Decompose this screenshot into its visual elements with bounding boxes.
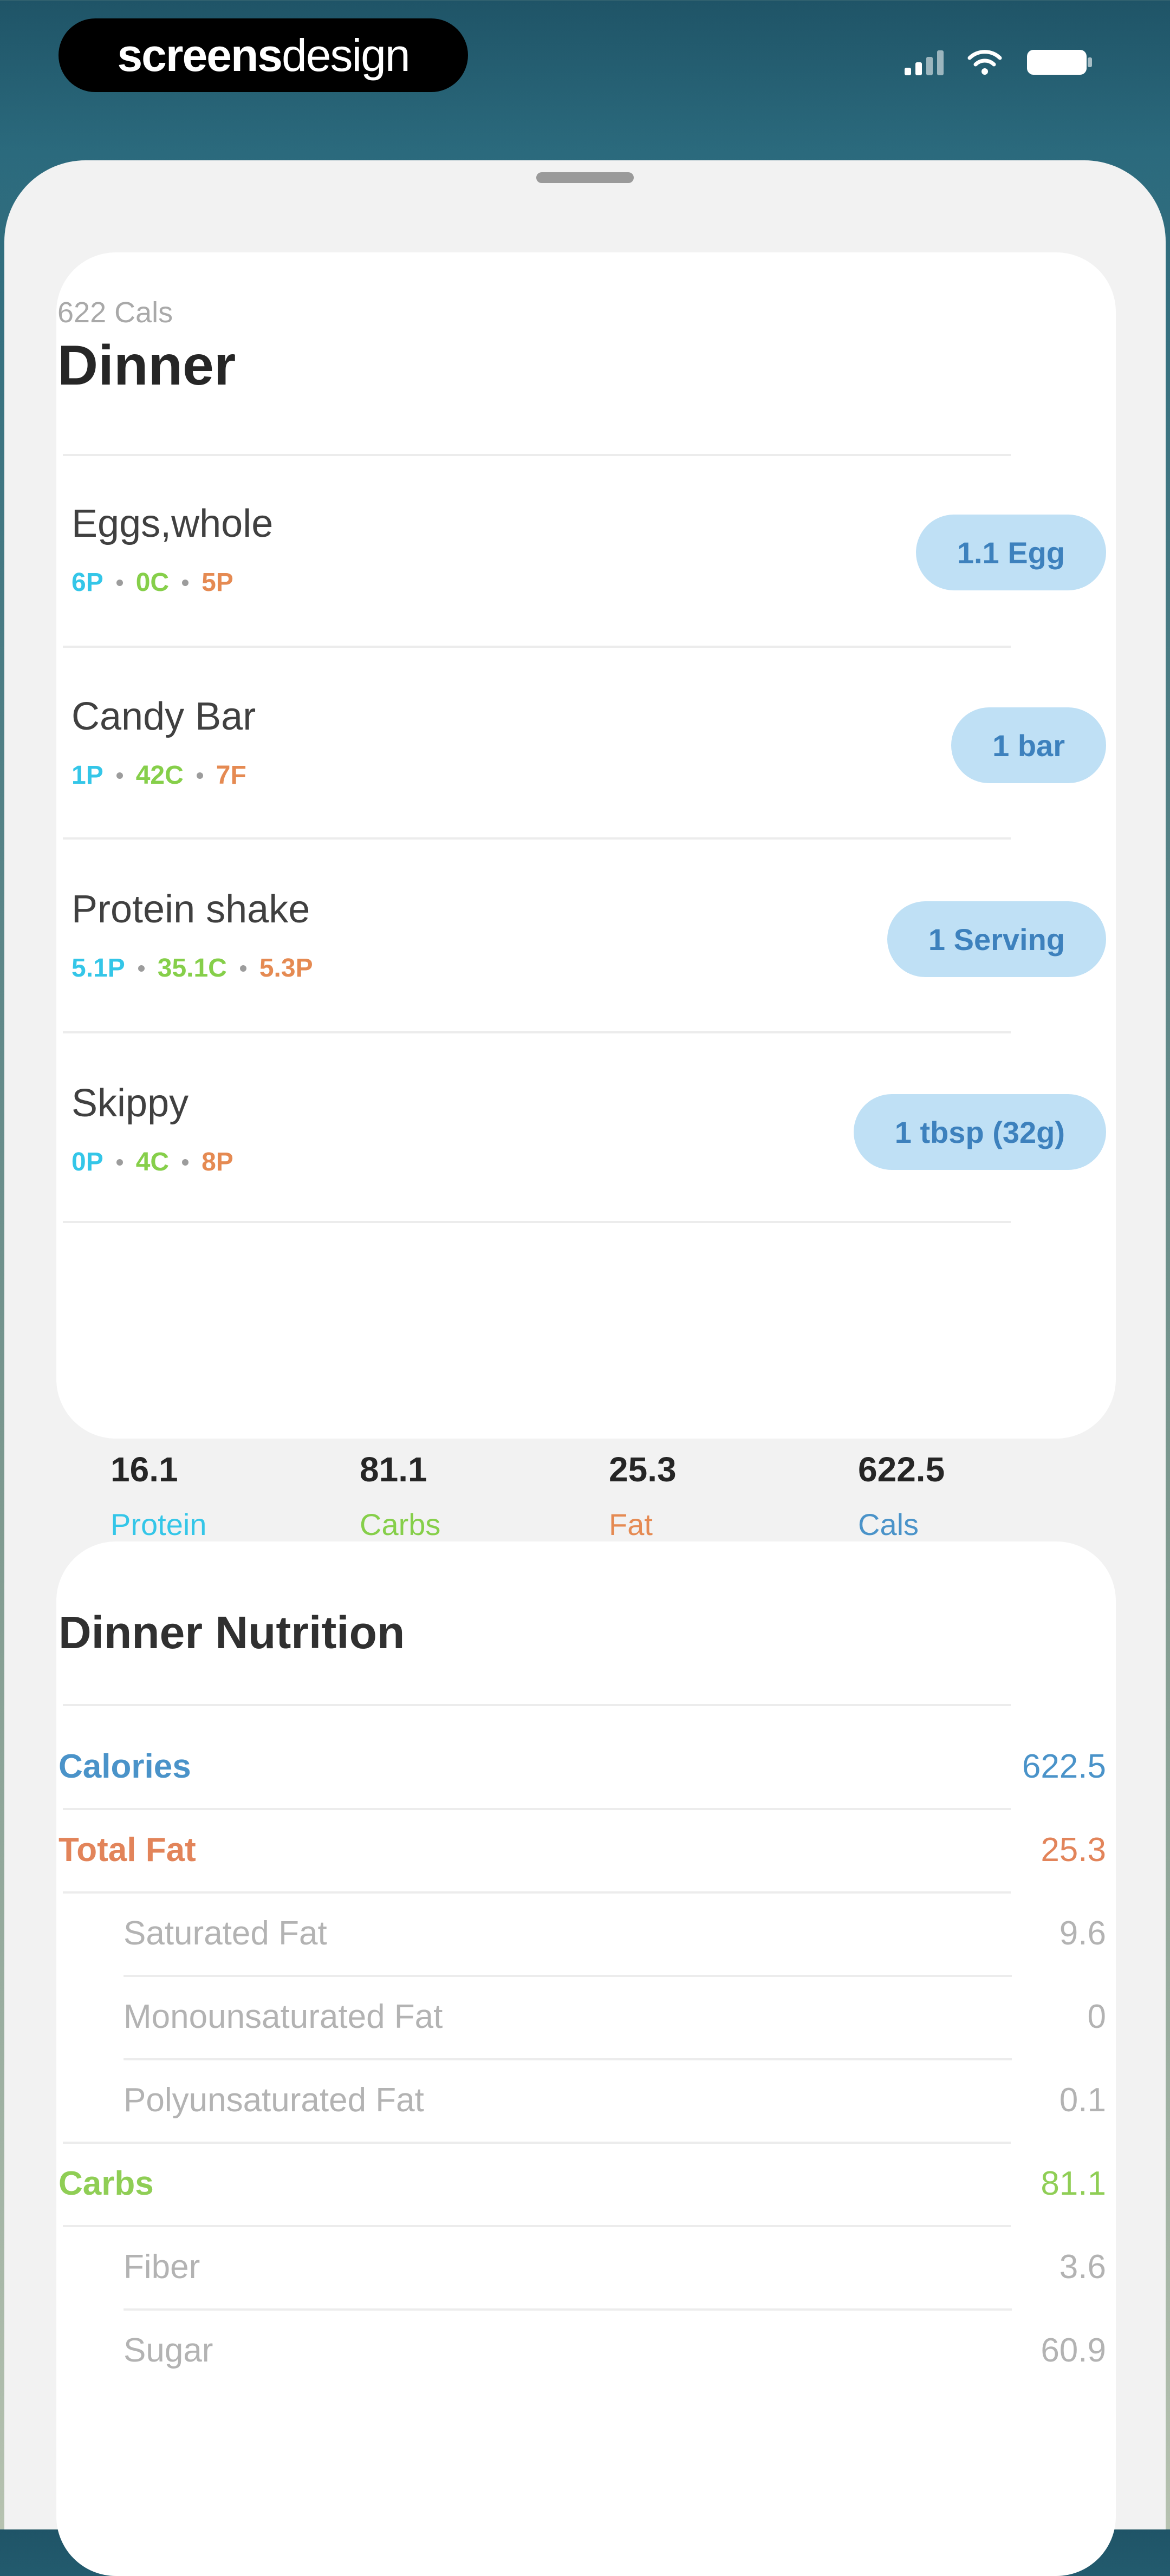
divider bbox=[63, 1704, 1011, 1706]
status-bar: screens design bbox=[0, 0, 1170, 130]
nutrition-row-calories: Calories 622.5 bbox=[58, 1748, 1106, 1785]
battery-icon bbox=[1026, 48, 1094, 77]
meal-title: Dinner bbox=[57, 334, 236, 397]
food-macros: 5.1P 35.1C 5.3P bbox=[72, 954, 313, 983]
total-carbs: 81.1 Carbs bbox=[360, 1450, 441, 1541]
serving-size-button[interactable]: 1 tbsp (32g) bbox=[853, 1094, 1106, 1170]
nutrition-row-total-fat: Total Fat 25.3 bbox=[58, 1831, 1106, 1869]
divider bbox=[123, 1975, 1012, 1977]
divider bbox=[63, 2142, 1011, 2144]
total-protein: 16.1 Protein bbox=[110, 1450, 207, 1541]
serving-size-button[interactable]: 1 bar bbox=[951, 707, 1106, 783]
food-macros: 1P 42C 7F bbox=[72, 761, 246, 790]
food-name[interactable]: Candy Bar bbox=[72, 694, 256, 739]
total-calories: 622.5 Cals bbox=[858, 1450, 945, 1541]
food-macros: 6P 0C 5P bbox=[72, 568, 233, 597]
divider bbox=[63, 454, 1011, 456]
signal-icon bbox=[905, 49, 944, 75]
food-name[interactable]: Eggs,whole bbox=[72, 502, 273, 546]
nutrition-row-polyunsaturated-fat: Polyunsaturated Fat 0.1 bbox=[123, 2081, 1106, 2119]
nutrition-row-sugar: Sugar 60.9 bbox=[123, 2332, 1106, 2369]
screensdesign-logo: screens design bbox=[58, 18, 468, 92]
food-name[interactable]: Skippy bbox=[72, 1081, 188, 1126]
divider bbox=[63, 1891, 1011, 1894]
nutrition-title: Dinner Nutrition bbox=[58, 1607, 405, 1658]
total-fat: 25.3 Fat bbox=[609, 1450, 677, 1541]
divider bbox=[123, 2058, 1012, 2060]
divider bbox=[63, 646, 1011, 648]
bottom-sheet: 622 Cals Dinner Eggs,whole 6P 0C 5P 1.1 … bbox=[4, 160, 1166, 2576]
serving-size-button[interactable]: 1 Serving bbox=[887, 901, 1106, 977]
status-icons bbox=[905, 48, 1094, 77]
nutrition-row-saturated-fat: Saturated Fat 9.6 bbox=[123, 1915, 1106, 1952]
wifi-icon bbox=[967, 49, 1002, 75]
divider bbox=[63, 1221, 1011, 1223]
divider bbox=[63, 1808, 1011, 1810]
serving-size-button[interactable]: 1.1 Egg bbox=[915, 515, 1106, 590]
divider bbox=[123, 2308, 1012, 2311]
sheet-grabber-handle[interactable] bbox=[536, 172, 634, 183]
divider bbox=[63, 2225, 1011, 2227]
nutrition-row-fiber: Fiber 3.6 bbox=[123, 2248, 1106, 2286]
nutrition-row-monounsaturated-fat: Monounsaturated Fat 0 bbox=[123, 1998, 1106, 2035]
nutrition-row-carbs: Carbs 81.1 bbox=[58, 2165, 1106, 2202]
meal-calories-label: 622 Cals bbox=[57, 296, 173, 329]
divider bbox=[63, 1031, 1011, 1033]
food-macros: 0P 4C 8P bbox=[72, 1148, 233, 1176]
food-name[interactable]: Protein shake bbox=[72, 887, 310, 932]
divider bbox=[63, 837, 1011, 840]
meal-card bbox=[56, 252, 1116, 1439]
